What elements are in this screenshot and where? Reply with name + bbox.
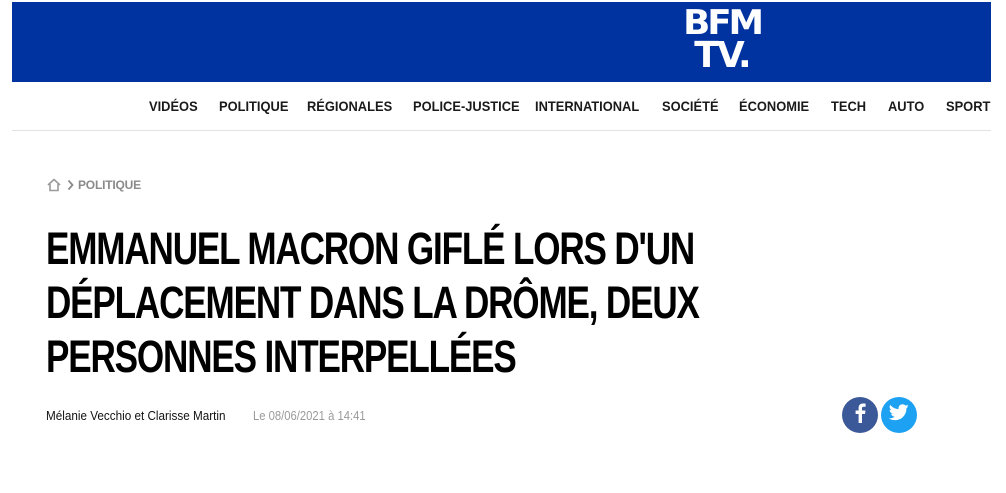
nav-item-police-justice[interactable]: POLICE-JUSTICE [413,98,520,114]
article-headline: EMMANUEL MACRON GIFLÉ LORS D'UN DÉPLACEM… [46,223,700,382]
breadcrumb: POLITIQUE [46,176,141,194]
nav-item-tech[interactable]: TECH [831,98,866,114]
twitter-icon [888,404,909,426]
logo-line-2: TV. [694,35,751,76]
nav-item-economie[interactable]: ÉCONOMIE [739,98,809,114]
nav-item-regionales[interactable]: RÉGIONALES [307,98,392,114]
nav-item-auto[interactable]: AUTO [888,98,924,114]
nav-item-politique[interactable]: POLITIQUE [219,98,288,114]
article-byline: Mélanie Vecchio et Clarisse Martin Le 08… [46,408,379,423]
article-authors: Mélanie Vecchio et Clarisse Martin [46,408,226,423]
nav-item-international[interactable]: INTERNATIONAL [535,98,639,114]
nav-item-sport[interactable]: SPORT [946,98,990,114]
chevron-right-icon [67,179,74,191]
bfmtv-logo[interactable]: BFM TV. [680,6,764,78]
breadcrumb-section[interactable]: POLITIQUE [78,178,141,192]
home-icon[interactable] [46,178,62,192]
logo-line-1: BFM [683,3,764,43]
nav-item-videos[interactable]: VIDÉOS [149,98,198,114]
twitter-share-button[interactable] [881,397,917,433]
nav-item-societe[interactable]: SOCIÉTÉ [662,98,719,114]
facebook-share-button[interactable] [842,397,878,433]
nav-divider [12,130,991,131]
site-header: BFM TV. [12,2,991,82]
main-nav: VIDÉOS POLITIQUE RÉGIONALES POLICE-JUSTI… [0,98,1006,120]
facebook-icon [853,403,867,428]
article-date: Le 08/06/2021 à 14:41 [253,409,367,423]
